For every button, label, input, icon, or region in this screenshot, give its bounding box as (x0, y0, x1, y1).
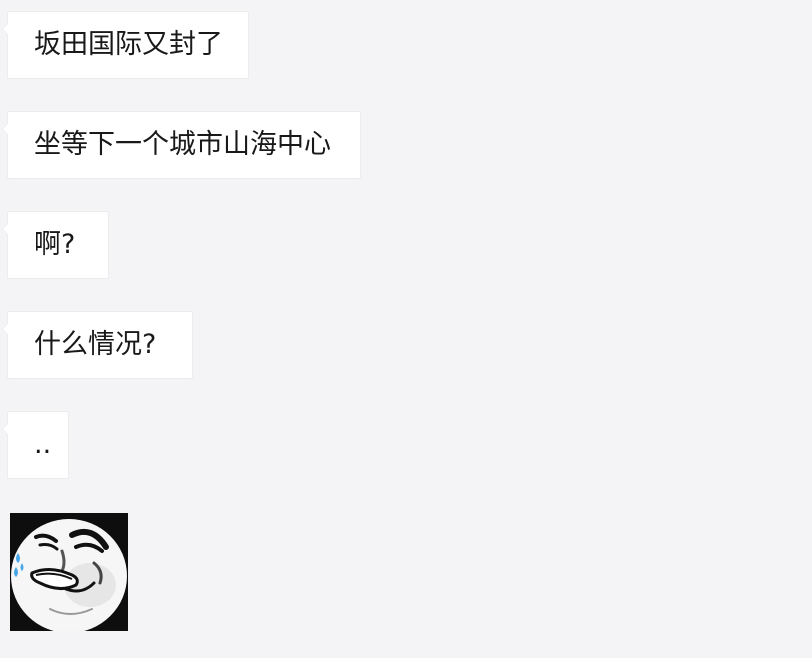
chat-conversation: 坂田国际又封了 坐等下一个城市山海中心 啊? 什么情况? .. (0, 0, 812, 658)
message-bubble[interactable]: 啊? (2, 211, 109, 279)
sticker-message[interactable] (10, 513, 128, 631)
message-bubble[interactable]: 什么情况? (2, 311, 193, 379)
message-text: 什么情况? (34, 329, 157, 360)
laughing-face-sticker-icon (10, 513, 128, 631)
message-text: .. (34, 429, 52, 460)
message-text: 坐等下一个城市山海中心 (34, 129, 331, 160)
message-text: 坂田国际又封了 (34, 29, 223, 60)
message-bubble[interactable]: 坐等下一个城市山海中心 (2, 111, 361, 179)
message-bubble[interactable]: .. (2, 411, 69, 479)
message-bubble[interactable]: 坂田国际又封了 (2, 11, 249, 79)
message-text: 啊? (34, 229, 76, 260)
